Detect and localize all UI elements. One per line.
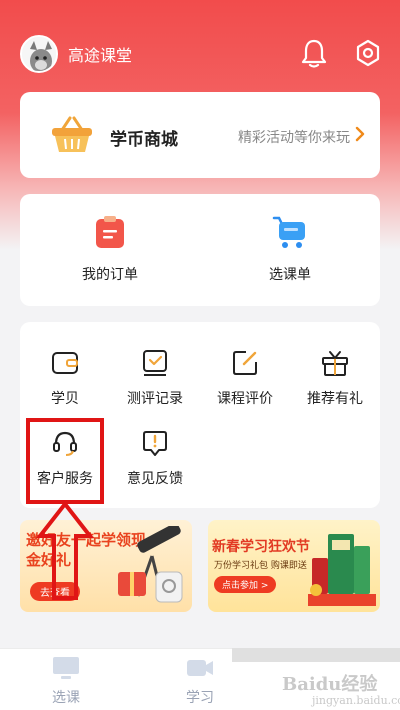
watermark-url: jingyan.baidu.com <box>312 694 400 707</box>
course-review-button[interactable]: 课程评价 <box>200 348 290 418</box>
avatar-image <box>22 37 56 71</box>
my-orders-label: 我的订单 <box>82 267 138 283</box>
test-records-button[interactable]: 测评记录 <box>110 348 200 418</box>
telescope-prize-image <box>118 526 183 603</box>
watermark-brand: Baidu经验 <box>282 674 378 695</box>
shopping-basket-icon <box>50 114 94 154</box>
nav-study-label: 学习 <box>186 690 214 706</box>
gift-icon <box>320 348 350 378</box>
feedback-icon <box>140 428 170 458</box>
spring-banner-title: 新春学习狂欢节 <box>212 539 310 555</box>
wallet-icon <box>50 348 80 378</box>
profile-header: 高途课堂 <box>0 0 400 90</box>
settings-icon[interactable] <box>354 38 382 68</box>
shopping-cart-icon <box>272 214 308 250</box>
test-records-label: 测评记录 <box>127 391 183 407</box>
up-arrow-annotation <box>36 500 94 600</box>
chevron-right-icon <box>354 125 366 143</box>
my-orders-button[interactable]: 我的订单 <box>50 214 170 294</box>
customer-service-highlight <box>26 418 104 504</box>
xuebei-button[interactable]: 学贝 <box>20 348 110 418</box>
nav-placeholder-bar <box>232 648 400 662</box>
course-cart-label: 选课单 <box>269 267 311 283</box>
spring-festival-banner[interactable]: 新春学习狂欢节 万份学习礼包 购课即送 点击参加 > <box>208 520 380 612</box>
book-stack-image <box>308 534 376 606</box>
baidu-jingyan-watermark: Baidu经验 jingyan.baidu.com <box>282 670 400 707</box>
referral-gift-button[interactable]: 推荐有礼 <box>290 348 380 418</box>
coin-mall-card[interactable]: 学币商城 精彩活动等你来玩 <box>20 92 380 178</box>
referral-gift-label: 推荐有礼 <box>307 391 363 407</box>
course-review-label: 课程评价 <box>217 391 273 407</box>
xuebei-label: 学贝 <box>51 391 79 407</box>
clipboard-order-icon <box>92 214 128 250</box>
username: 高途课堂 <box>68 46 133 65</box>
spring-banner-subtitle: 万份学习礼包 购课即送 <box>214 561 307 571</box>
spring-banner-button[interactable]: 点击参加 > <box>214 576 277 593</box>
edit-review-icon <box>230 348 260 378</box>
test-record-icon <box>140 348 170 378</box>
avatar[interactable] <box>20 35 58 73</box>
nav-select-course-label: 选课 <box>52 690 80 706</box>
coin-mall-title: 学币商城 <box>110 130 178 150</box>
nav-study[interactable]: 学习 <box>160 655 240 707</box>
feedback-label: 意见反馈 <box>127 471 183 487</box>
video-camera-icon <box>185 655 215 681</box>
bell-icon[interactable] <box>300 38 328 68</box>
coin-mall-subtitle: 精彩活动等你来玩 <box>238 130 350 146</box>
nav-select-course[interactable]: 选课 <box>26 655 106 707</box>
orders-card: 我的订单 选课单 <box>20 194 380 306</box>
feedback-button[interactable]: 意见反馈 <box>110 428 200 498</box>
monitor-icon <box>51 655 81 681</box>
course-cart-button[interactable]: 选课单 <box>230 214 350 294</box>
